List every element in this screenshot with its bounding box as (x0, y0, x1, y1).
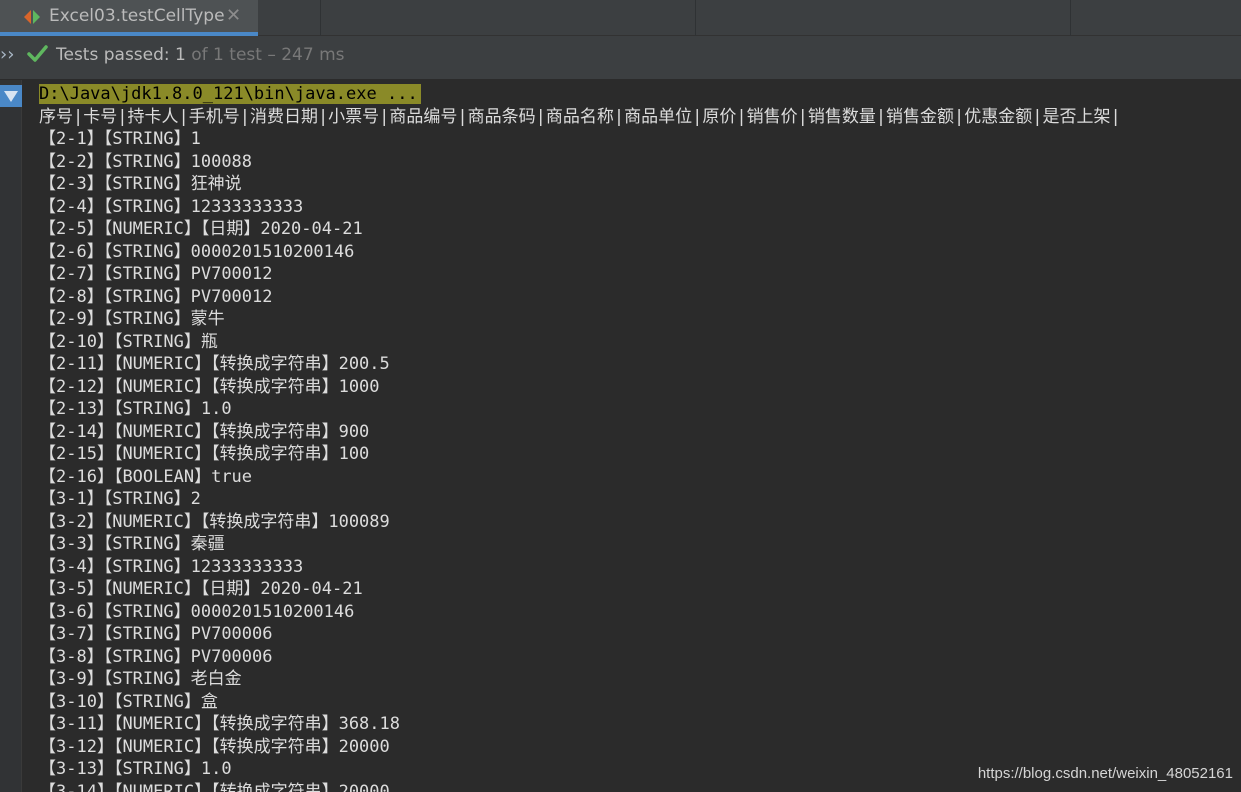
console-gutter (0, 80, 22, 792)
java-command: D:\Java\jdk1.8.0_121\bin\java.exe ... (39, 84, 421, 104)
console-line: 【3-6】【STRING】0000201510200146 (39, 601, 355, 622)
tab-excel03-testcelltype[interactable]: Excel03.testCellType ✕ (0, 0, 258, 36)
tab-title: Excel03.testCellType (49, 6, 225, 26)
console-line: 【3-3】【STRING】秦疆 (39, 534, 225, 554)
console-line: 【2-13】【STRING】1.0 (39, 399, 232, 419)
run-config-icon (24, 10, 40, 24)
console-line: 【2-3】【STRING】狂神说 (39, 174, 242, 194)
tab-divider (1070, 0, 1071, 36)
console-line: 【2-4】【STRING】12333333333 (39, 196, 304, 217)
collapse-triangle-icon[interactable] (0, 85, 22, 107)
console-line: 【3-14】【NUMERIC】【转换成字符串】20000 (39, 781, 390, 792)
console-line: 【3-11】【NUMERIC】【转换成字符串】368.18 (39, 714, 400, 734)
console-line: 【2-7】【STRING】PV700012 (39, 264, 273, 284)
console-line: 【2-16】【BOOLEAN】true (39, 466, 253, 487)
console-line: 【3-12】【NUMERIC】【转换成字符串】20000 (39, 736, 390, 757)
console-line: 【2-15】【NUMERIC】【转换成字符串】100 (39, 444, 370, 464)
console-output[interactable]: D:\Java\jdk1.8.0_121\bin\java.exe ... 序号… (22, 80, 1241, 792)
console-line: 【3-5】【NUMERIC】【日期】2020-04-21 (39, 579, 363, 599)
tests-passed-label: Tests passed: 1 (56, 45, 186, 65)
console-line: 【3-10】【STRING】盒 (39, 691, 218, 712)
tests-detail-label: of 1 test – 247 ms (185, 45, 345, 65)
test-status-bar: ›› Tests passed: 1 of 1 test – 247 ms (0, 36, 1241, 80)
close-icon[interactable]: ✕ (226, 5, 241, 26)
console-line: 【2-1】【STRING】1 (39, 129, 201, 149)
console-line: 【2-14】【NUMERIC】【转换成字符串】900 (39, 421, 370, 442)
editor-tab-bar: Excel03.testCellType ✕ (0, 0, 1241, 36)
console-line: 【2-6】【STRING】0000201510200146 (39, 241, 355, 262)
console-line: 【3-2】【NUMERIC】【转换成字符串】100089 (39, 511, 390, 532)
console-line: 【2-5】【NUMERIC】【日期】2020-04-21 (39, 219, 363, 239)
console-line: 【3-7】【STRING】PV700006 (39, 624, 273, 644)
console-line: 【2-11】【NUMERIC】【转换成字符串】200.5 (39, 354, 390, 374)
test-summary: Tests passed: 1 of 1 test – 247 ms (56, 45, 345, 65)
console-header-line: 序号|卡号|持卡人|手机号|消费日期|小票号|商品编号|商品条码|商品名称|商品… (39, 106, 1121, 127)
check-icon (27, 45, 48, 62)
console-line: 【2-10】【STRING】瓶 (39, 331, 218, 352)
console-line: 【3-8】【STRING】PV700006 (39, 646, 273, 667)
console-line: 【2-8】【STRING】PV700012 (39, 286, 273, 307)
console-line: 【3-4】【STRING】12333333333 (39, 556, 304, 577)
expand-icon[interactable]: ›› (0, 44, 14, 65)
console-command-line: D:\Java\jdk1.8.0_121\bin\java.exe ... (39, 83, 1121, 106)
console-line: 【2-12】【NUMERIC】【转换成字符串】1000 (39, 376, 380, 397)
console-line: 【2-9】【STRING】蒙牛 (39, 309, 225, 329)
tab-divider (320, 0, 321, 36)
console-line: 【3-9】【STRING】老白金 (39, 669, 242, 689)
console-line: 【3-13】【STRING】1.0 (39, 759, 232, 779)
console-lines: D:\Java\jdk1.8.0_121\bin\java.exe ... 序号… (39, 83, 1121, 792)
console-line: 【3-1】【STRING】2 (39, 489, 201, 509)
tab-divider (695, 0, 696, 36)
watermark: https://blog.csdn.net/weixin_48052161 (977, 765, 1233, 782)
console-line: 【2-2】【STRING】100088 (39, 151, 253, 172)
